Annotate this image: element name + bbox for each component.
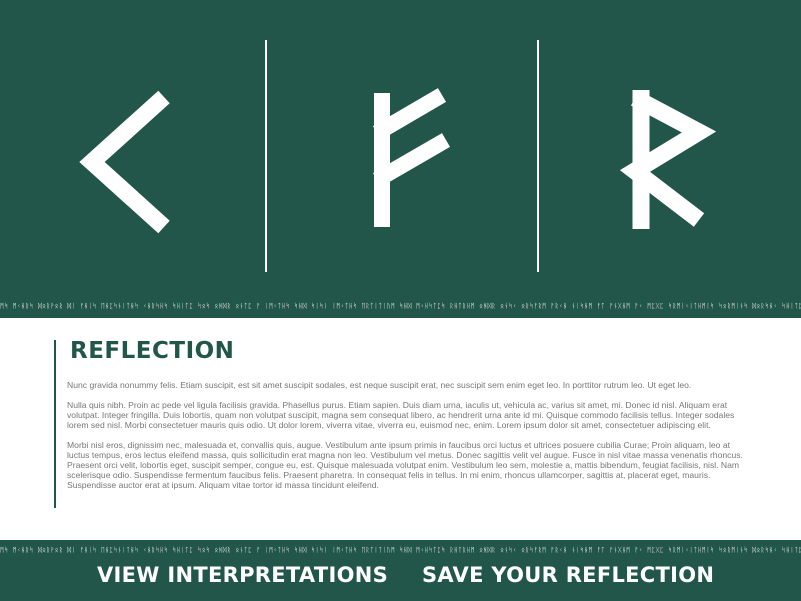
rune-spread-area	[0, 0, 801, 296]
reflection-paragraph: Nulla quis nibh. Proin ac pede vel ligul…	[67, 400, 735, 430]
rune-border-bottom: ᛗᛋ ᛗᚲᚺᚱᛋ ᛞᛟᚱᚹᛟᚱ ᛞᛁ ᚠᚺᛁᛋ ᛖᚺᛈᛋᚾᛁᛏᚺᛋ ᚲᚺᚱᛋᚺᛋ…	[0, 546, 801, 554]
rune-divider-left	[265, 40, 267, 272]
reflection-paragraph: Morbi nisl eros, dignissim nec, malesuad…	[67, 440, 743, 490]
reflection-panel: REFLECTION Nunc gravida nonummy felis. E…	[0, 318, 801, 540]
fehu-rune-icon[interactable]	[360, 85, 460, 235]
reflection-text: Nunc gravida nonummy felis. Etiam suscip…	[67, 380, 743, 500]
save-reflection-button[interactable]: SAVE YOUR REFLECTION	[422, 563, 714, 587]
raido-rune-icon[interactable]	[620, 85, 720, 235]
kaunan-rune-icon[interactable]	[70, 85, 190, 235]
reflection-paragraph: Nunc gravida nonummy felis. Etiam suscip…	[67, 380, 692, 390]
panel-accent-line	[54, 340, 56, 508]
rune-divider-right	[537, 40, 539, 272]
reflection-title: REFLECTION	[70, 338, 235, 364]
view-interpretations-button[interactable]: VIEW INTERPRETATIONS	[97, 563, 388, 587]
rune-border-top: ᛗᛋ ᛗᚲᚺᚱᛋ ᛞᛟᚱᚹᛟᚱ ᛞᛁ ᚠᚺᛁᛋ ᛖᚺᛈᛋᚾᛁᛏᚺᛋ ᚲᚺᚱᛋᚺᛋ…	[0, 302, 801, 310]
